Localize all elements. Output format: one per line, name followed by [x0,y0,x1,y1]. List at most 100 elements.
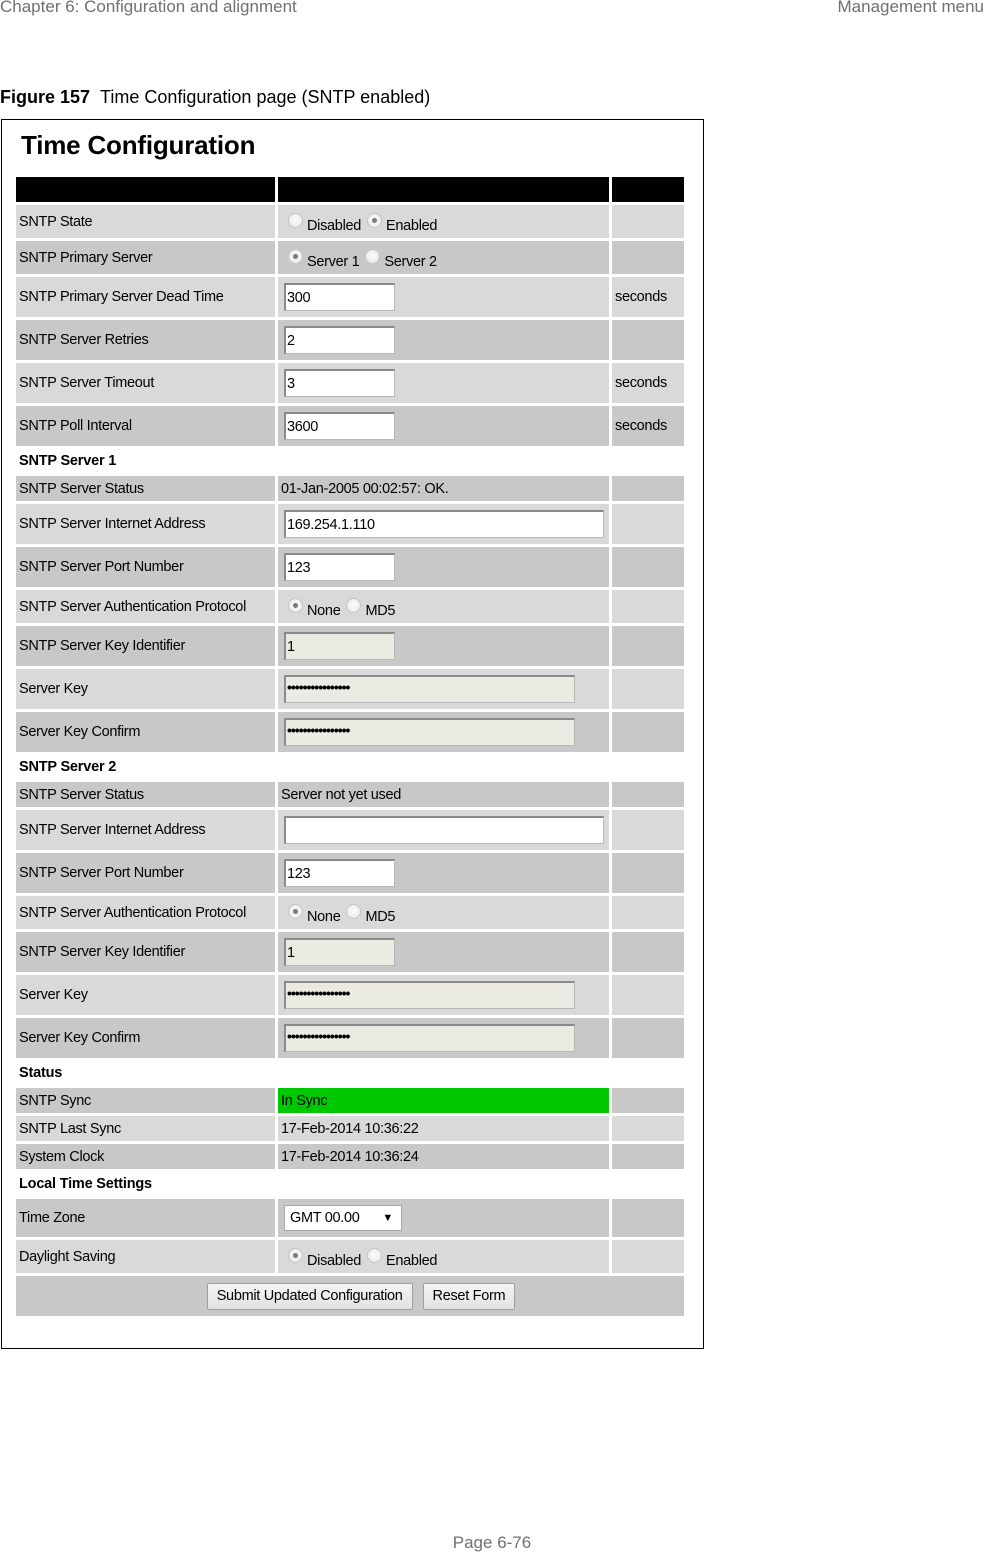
table-row-primary-server: SNTP Primary Server Server 1 Server 2 [16,241,684,274]
server1-auth-radio-group: None MD5 [284,595,401,619]
units-cell [612,1088,684,1113]
row-label: SNTP Poll Interval [16,406,275,446]
units-cell [612,241,684,274]
radio-label: None [307,908,341,925]
server1-auth-md5-radio[interactable] [346,598,362,613]
last-sync-value: 17-Feb-2014 10:36:22 [278,1116,609,1141]
units-cell: seconds [612,277,684,317]
daylight-enabled-radio[interactable] [367,1248,383,1263]
row-label: SNTP Server Authentication Protocol [16,590,275,623]
server1-key-confirm-input[interactable]: •••••••••••••••• [284,718,575,746]
figure-title: Time Configuration page (SNTP enabled) [100,87,431,107]
units-cell [612,1116,684,1141]
sntp-state-enabled-radio[interactable] [367,213,383,228]
server1-status-value: 01-Jan-2005 00:02:57: OK. [278,476,609,501]
units-cell [612,1018,684,1058]
table-header: Attributes Value Units [16,177,684,202]
table-row-server1-port: SNTP Server Port Number 123 [16,547,684,587]
time-zone-select[interactable]: GMT 00.00 ▼ [284,1205,402,1231]
server2-key-confirm-input[interactable]: •••••••••••••••• [284,1024,575,1052]
server1-address-input[interactable]: 169.254.1.110 [284,510,604,538]
row-label: SNTP State [16,205,275,238]
server1-key-input[interactable]: •••••••••••••••• [284,675,575,703]
table-row-last-sync: SNTP Last Sync 17-Feb-2014 10:36:22 [16,1116,684,1141]
radio-label: MD5 [365,602,396,619]
table-row-server2-address: SNTP Server Internet Address [16,810,684,850]
radio-label: Disabled [307,217,362,234]
retries-input[interactable]: 2 [284,326,395,354]
server2-auth-none-radio[interactable] [288,904,303,919]
submit-button[interactable]: Submit Updated Configuration [206,1282,413,1310]
time-config-table: Attributes Value Units SNTP State Disabl… [16,177,684,1316]
chapter-header: Chapter 6: Configuration and alignment [0,0,297,16]
sntp-sync-status: In Sync [278,1088,609,1113]
row-label: SNTP Sync [16,1088,275,1113]
server2-address-input[interactable] [284,816,604,844]
row-label: Server Key [16,975,275,1015]
row-label: SNTP Server Internet Address [16,810,275,850]
figure-caption: Figure 157 Time Configuration page (SNTP … [0,87,430,108]
page-title: Time Configuration [21,130,256,160]
section-server-2: SNTP Server 2 [19,759,117,775]
server1-auth-none-radio[interactable] [288,598,303,613]
radio-label: Enabled [386,217,438,234]
table-row-poll-interval: SNTP Poll Interval 3600 seconds [16,406,684,446]
server2-key-input[interactable]: •••••••••••••••• [284,981,575,1009]
col-value: Value [278,177,609,202]
primary-server-1-radio[interactable] [288,249,303,264]
table-row-server1-key-confirm: Server Key Confirm •••••••••••••••• [16,712,684,752]
row-label: SNTP Server Authentication Protocol [16,896,275,929]
primary-server-2-radio[interactable] [365,249,381,264]
units-cell: seconds [612,406,684,446]
radio-label: Enabled [386,1252,438,1269]
units-cell [612,712,684,752]
primary-server-radio-group: Server 1 Server 2 [284,246,443,270]
table-row-server2-port: SNTP Server Port Number 123 [16,853,684,893]
sntp-state-disabled-radio[interactable] [288,213,303,228]
units-cell [612,932,684,972]
col-attributes: Attributes [16,177,275,202]
units-cell [612,205,684,238]
row-label: SNTP Primary Server [16,241,275,274]
table-row-server1-key: Server Key •••••••••••••••• [16,669,684,709]
server2-key-id-input[interactable]: 1 [284,938,395,966]
row-label: SNTP Server Port Number [16,853,275,893]
section-server-1: SNTP Server 1 [19,453,117,469]
units-cell [612,590,684,623]
table-row-system-clock: System Clock 17-Feb-2014 10:36:24 [16,1144,684,1169]
poll-interval-input[interactable]: 3600 [284,412,395,440]
row-label: Time Zone [16,1199,275,1237]
table-row-server2-auth: SNTP Server Authentication Protocol None… [16,896,684,929]
daylight-radio-group: Disabled Enabled [284,1245,443,1269]
units-cell [612,1240,684,1273]
units-cell [612,547,684,587]
dead-time-input[interactable]: 300 [284,283,395,311]
server1-port-input[interactable]: 123 [284,553,395,581]
row-label: SNTP Last Sync [16,1116,275,1141]
units-cell [612,669,684,709]
table-row-daylight-saving: Daylight Saving Disabled Enabled [16,1240,684,1273]
units-cell [612,1144,684,1169]
units-cell [612,896,684,929]
row-label: SNTP Server Timeout [16,363,275,403]
table-row-server2-status: SNTP Server Status Server not yet used [16,782,684,807]
server2-auth-md5-radio[interactable] [346,904,362,919]
table-row-retries: SNTP Server Retries 2 [16,320,684,360]
row-label: SNTP Server Key Identifier [16,626,275,666]
reset-button[interactable]: Reset Form [422,1282,516,1310]
server2-port-input[interactable]: 123 [284,859,395,887]
daylight-disabled-radio[interactable] [288,1248,303,1263]
page-number: Page 6-76 [452,1533,532,1552]
row-label: Server Key Confirm [16,1018,275,1058]
dropdown-arrow-icon: ▼ [382,1212,393,1224]
units-cell: seconds [612,363,684,403]
units-cell [612,810,684,850]
table-row-sntp-state: SNTP State Disabled Enabled [16,205,684,238]
server1-key-id-input[interactable]: 1 [284,632,395,660]
time-zone-value: GMT 00.00 [290,1210,360,1226]
units-cell [612,853,684,893]
radio-label: None [307,602,341,619]
table-row-server2-key: Server Key •••••••••••••••• [16,975,684,1015]
timeout-input[interactable]: 3 [284,369,395,397]
row-label: SNTP Server Key Identifier [16,932,275,972]
